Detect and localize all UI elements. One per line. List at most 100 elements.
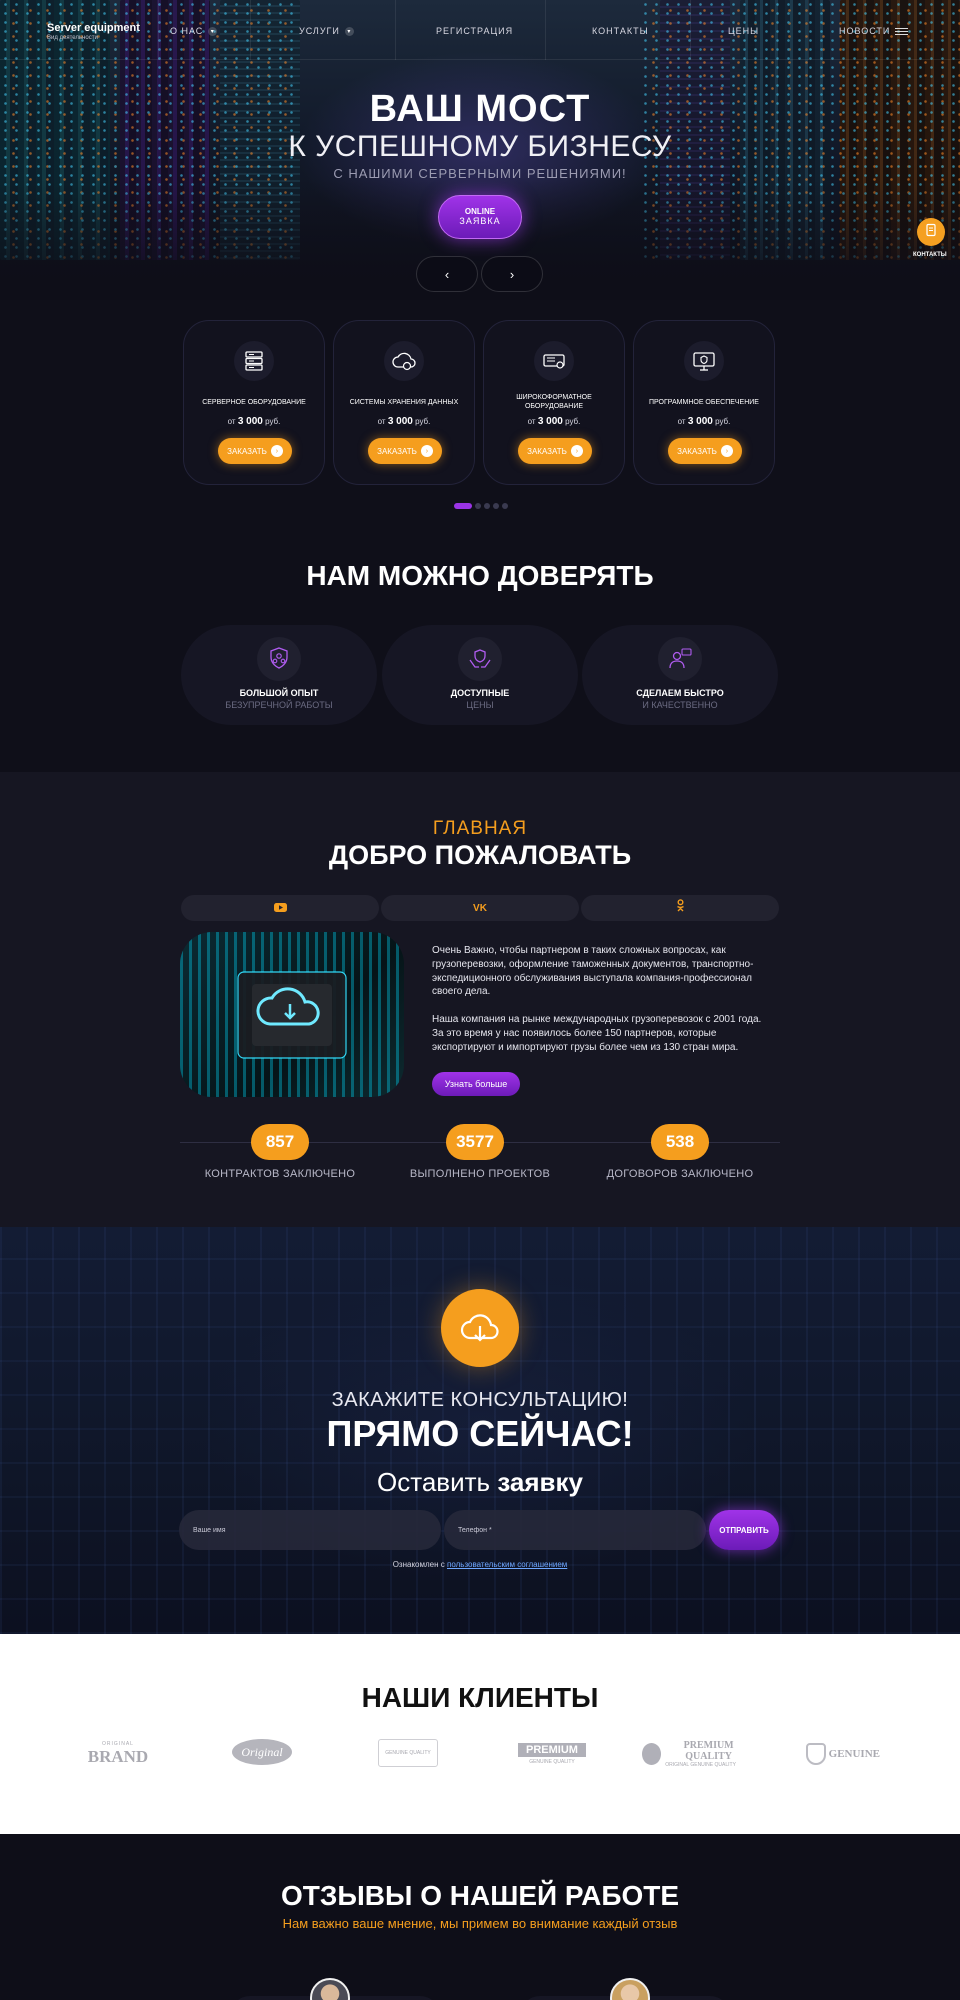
phone-book-icon <box>924 223 938 242</box>
chevron-left-icon: ‹ <box>444 266 450 282</box>
cta-line-3: Оставить заявку <box>0 1467 960 1498</box>
client-logo-line-main: ORIGINAL GENUINE QUALITY <box>665 1762 736 1768</box>
slider-next-button[interactable]: › <box>481 256 543 292</box>
pager-dot[interactable] <box>454 503 472 509</box>
vk-link[interactable]: VK <box>381 895 579 921</box>
nav-item-prices[interactable]: ЦЕНЫ <box>728 26 759 36</box>
nav-divider <box>545 0 546 60</box>
pager-dot[interactable] <box>493 503 499 509</box>
trust-section-title: НАМ МОЖНО ДОВЕРЯТЬ <box>306 560 654 591</box>
cta-line-2: ПРЯМО СЕЙЧАС! <box>326 1413 634 1454</box>
stat-label: КОНТРАКТОВ ЗАКЛЮЧЕНО <box>204 1168 356 1180</box>
arrow-right-icon: › <box>420 445 433 457</box>
odnoklassniki-link[interactable] <box>581 895 779 921</box>
service-title: СЕРВЕРНОЕ ОБОРУДОВАНИЕ <box>202 398 306 406</box>
client-logo[interactable]: PREMIUM GENUINE QUALITY <box>510 1739 594 1769</box>
online-request-label-bottom: ЗАЯВКА <box>459 216 501 226</box>
stat-label: ДОГОВОРОВ ЗАКЛЮЧЕНО <box>606 1168 754 1180</box>
order-button-label: ЗАКАЗАТЬ <box>527 446 567 456</box>
nav-item-label: РЕГИСТРАЦИЯ <box>436 26 514 36</box>
client-logo[interactable]: PREMIUM QUALITY ORIGINAL GENUINE QUALITY <box>642 1739 752 1769</box>
hero-subtitle: К УСПЕШНОМУ БИЗНЕСУ <box>288 130 672 163</box>
order-button-label: ЗАКАЗАТЬ <box>377 446 417 456</box>
worker-icon <box>658 637 702 681</box>
client-logo-line-main: GENUINE QUALITY <box>385 1750 431 1756</box>
arrow-right-icon: › <box>270 445 283 457</box>
service-price: от 3 000 руб. <box>184 416 324 427</box>
nav-item-about[interactable]: О НАС ▾ <box>170 26 218 36</box>
client-logo[interactable]: GENUINE <box>806 1739 880 1769</box>
nav-item-label: УСЛУГИ <box>299 26 340 36</box>
price-currency: руб. <box>265 417 281 426</box>
stat-value: 3577 <box>446 1124 504 1160</box>
avatar <box>610 1978 650 2000</box>
price-prefix: от <box>227 417 236 426</box>
trust-card: СДЕЛАЕМ БЫСТРО И КАЧЕСТВЕННО <box>582 625 778 725</box>
price-currency: руб. <box>715 417 731 426</box>
youtube-icon <box>273 899 287 917</box>
youtube-link[interactable] <box>181 895 379 921</box>
nav-divider <box>690 0 691 60</box>
arrow-right-icon: › <box>570 445 583 457</box>
online-request-button[interactable]: ONLINE ЗАЯВКА <box>438 195 522 239</box>
brand-title: Server equipment <box>47 22 140 34</box>
submit-button[interactable]: ОТПРАВИТЬ <box>709 1510 779 1550</box>
client-logo[interactable]: GENUINE QUALITY <box>378 1739 438 1767</box>
reviews-subtitle: Нам важно ваше мнение, мы примем во вним… <box>282 1916 678 1931</box>
phone-input[interactable] <box>444 1510 706 1550</box>
client-logo-line-top: PREMIUM <box>518 1743 586 1757</box>
order-button-label: ЗАКАЗАТЬ <box>227 446 267 456</box>
client-logo-line-main: GENUINE QUALITY <box>529 1759 575 1765</box>
hands-shield-icon <box>458 637 502 681</box>
nav-item-label: ЦЕНЫ <box>728 26 760 36</box>
vk-icon: VK <box>473 902 487 914</box>
client-logo[interactable]: Original <box>232 1739 292 1765</box>
server-icon <box>234 341 274 381</box>
chevron-down-icon: ▾ <box>344 26 354 36</box>
price-value: 3 000 <box>537 416 563 427</box>
name-input[interactable] <box>179 1510 441 1550</box>
price-prefix: от <box>677 417 686 426</box>
brand-logo[interactable]: Server equipment Вид деятельности <box>47 22 140 41</box>
pager-dot[interactable] <box>484 503 490 509</box>
price-currency: руб. <box>415 417 431 426</box>
hamburger-menu-icon[interactable] <box>895 27 909 35</box>
pager-dot[interactable] <box>502 503 508 509</box>
service-price: от 3 000 руб. <box>334 416 474 427</box>
hero-tagline: С НАШИМИ СЕРВЕРНЫМИ РЕШЕНИЯМИ! <box>333 166 627 181</box>
client-logo-text: PREMIUM QUALITY ORIGINAL GENUINE QUALITY <box>665 1740 752 1768</box>
contacts-float-label: КОНТАКТЫ <box>913 252 947 258</box>
trust-card: ДОСТУПНЫЕ ЦЕНЫ <box>382 625 578 725</box>
client-logo-line-top: PREMIUM QUALITY <box>683 1740 734 1762</box>
user-agreement-link[interactable]: пользовательским соглашением <box>447 1560 567 1569</box>
contacts-float-button[interactable] <box>917 218 945 246</box>
agreement-text: Ознакомлен с <box>392 1560 445 1569</box>
order-button[interactable]: ЗАКАЗАТЬ › <box>518 438 592 464</box>
nav-divider <box>808 0 809 60</box>
nav-item-contacts[interactable]: КОНТАКТЫ <box>592 26 649 36</box>
slider-prev-button[interactable]: ‹ <box>416 256 478 292</box>
client-logo-line-main: BRAND <box>87 1747 149 1766</box>
order-button[interactable]: ЗАКАЗАТЬ › <box>218 438 292 464</box>
nav-item-label: НОВОСТИ <box>839 26 891 36</box>
nav-item-registration[interactable]: РЕГИСТРАЦИЯ <box>436 26 513 36</box>
nav-item-news[interactable]: НОВОСТИ <box>839 26 909 36</box>
order-button[interactable]: ЗАКАЗАТЬ › <box>368 438 442 464</box>
team-icon <box>257 637 301 681</box>
brand-subtitle: Вид деятельности <box>47 35 98 41</box>
cta-line-1: ЗАКАЖИТЕ КОНСУЛЬТАЦИЮ! <box>331 1389 629 1411</box>
trust-card: БОЛЬШОЙ ОПЫТ БЕЗУПРЕЧНОЙ РАБОТЫ <box>181 625 377 725</box>
service-card: ПРОГРАММНОЕ ОБЕСПЕЧЕНИЕ от 3 000 руб. ЗА… <box>633 320 775 485</box>
learn-more-button[interactable]: Узнать больше <box>432 1072 520 1096</box>
reviews-section: ОТЗЫВЫ О НАШЕЙ РАБОТЕ Нам важно ваше мне… <box>0 1834 960 2000</box>
pager-dot[interactable] <box>475 503 481 509</box>
online-request-label-top: ONLINE <box>464 207 496 216</box>
service-title: ПРОГРАММНОЕ ОБЕСПЕЧЕНИЕ <box>649 398 759 406</box>
client-logo[interactable]: ORIGINAL BRAND <box>78 1739 158 1769</box>
service-title: ШИРОКОФОРМАТНОЕ ОБОРУДОВАНИЕ <box>516 394 592 410</box>
stat-value: 857 <box>251 1124 309 1160</box>
stat-value: 538 <box>651 1124 709 1160</box>
chevron-right-icon: › <box>509 266 515 282</box>
order-button[interactable]: ЗАКАЗАТЬ › <box>668 438 742 464</box>
nav-item-services[interactable]: УСЛУГИ ▾ <box>299 26 354 36</box>
